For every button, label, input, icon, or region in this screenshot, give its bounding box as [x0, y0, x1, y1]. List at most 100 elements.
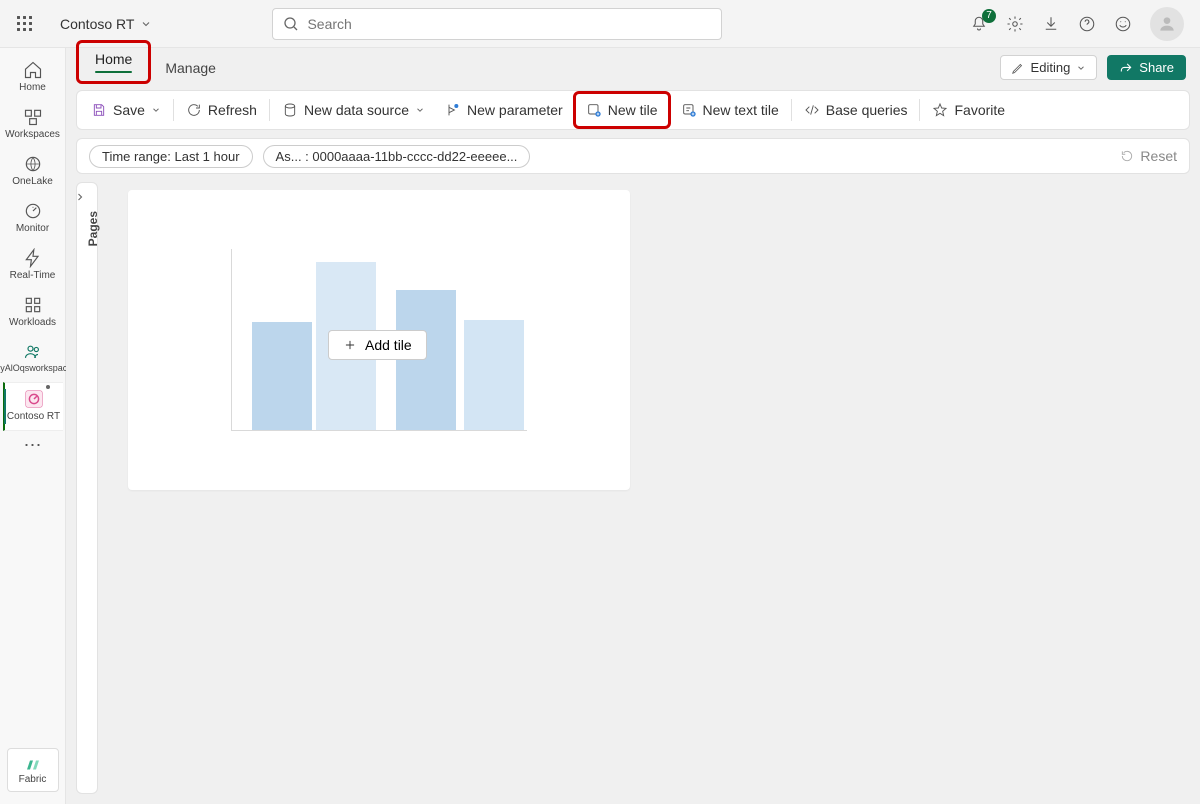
nav-label: Workloads: [9, 317, 56, 328]
chevron-down-icon: [151, 105, 161, 115]
ribbon-toolbar: Save Refresh New data source New paramet…: [76, 90, 1190, 130]
empty-tile-card: Add tile: [128, 190, 630, 490]
new-data-source-button[interactable]: New data source: [272, 94, 435, 126]
tabs-right-actions: Editing Share: [1000, 55, 1200, 84]
notifications-button[interactable]: 7: [970, 15, 988, 33]
filter-bar: Time range: Last 1 hour As... : 0000aaaa…: [76, 138, 1190, 174]
fabric-button[interactable]: Fabric: [7, 748, 59, 792]
chevron-down-icon: [415, 105, 425, 115]
filter-label: Time range: Last 1 hour: [102, 149, 240, 164]
tabs-row: Home Manage Editing Share: [66, 48, 1200, 84]
nav-label: Home: [19, 82, 46, 93]
new-parameter-button[interactable]: New parameter: [435, 94, 573, 126]
feedback-button[interactable]: [1114, 15, 1132, 33]
workspace-name: Contoso RT: [60, 16, 134, 32]
time-range-filter[interactable]: Time range: Last 1 hour: [89, 145, 253, 168]
tab-home[interactable]: Home: [81, 43, 146, 81]
highlight-new-tile: New tile: [573, 91, 671, 129]
toolbar-label: Favorite: [954, 102, 1005, 118]
toolbar-label: New text tile: [703, 102, 779, 118]
nav-more[interactable]: ⋯: [24, 435, 42, 456]
left-nav-rail: Home Workspaces OneLake Monitor Real-Tim…: [0, 48, 66, 804]
search-box[interactable]: [272, 8, 722, 40]
pencil-icon: [1011, 61, 1025, 75]
nav-label: Real-Time: [10, 270, 56, 281]
text-tile-icon: [681, 102, 697, 118]
reset-button[interactable]: Reset: [1120, 148, 1177, 164]
search-input[interactable]: [307, 16, 711, 32]
monitor-icon: [23, 201, 43, 221]
add-tile-button[interactable]: Add tile: [328, 330, 427, 360]
save-icon: [91, 102, 107, 118]
base-queries-button[interactable]: Base queries: [794, 94, 918, 126]
notification-badge: 7: [982, 9, 996, 23]
gear-icon: [1006, 15, 1024, 33]
reset-icon: [1120, 149, 1134, 163]
download-button[interactable]: [1042, 15, 1060, 33]
new-text-tile-button[interactable]: New text tile: [671, 94, 789, 126]
help-button[interactable]: [1078, 15, 1096, 33]
workspace-dropdown[interactable]: Contoso RT: [60, 16, 152, 32]
user-avatar[interactable]: [1150, 7, 1184, 41]
star-icon: [932, 102, 948, 118]
nav-myworkspace[interactable]: myAlOqsworkspace: [3, 336, 63, 382]
favorite-button[interactable]: Favorite: [922, 94, 1015, 126]
as-parameter-filter[interactable]: As... : 0000aaaa-11bb-cccc-dd22-eeeee...: [263, 145, 531, 168]
toolbar-label: Save: [113, 102, 145, 118]
nav-label: Workspaces: [5, 129, 60, 140]
download-icon: [1042, 15, 1060, 33]
realtime-icon: [23, 248, 43, 268]
nav-label: Contoso RT: [7, 411, 60, 422]
people-icon: [23, 342, 43, 362]
new-tile-button[interactable]: New tile: [576, 94, 668, 126]
nav-monitor[interactable]: Monitor: [3, 195, 63, 242]
reset-label: Reset: [1140, 148, 1177, 164]
top-header: Contoso RT 7: [0, 0, 1200, 48]
filter-label: As... : 0000aaaa-11bb-cccc-dd22-eeeee...: [276, 149, 518, 164]
nav-onelake[interactable]: OneLake: [3, 148, 63, 195]
refresh-button[interactable]: Refresh: [176, 94, 267, 126]
editing-label: Editing: [1031, 60, 1071, 75]
tab-label: Home: [95, 51, 132, 67]
tile-icon: [586, 102, 602, 118]
nav-workspaces[interactable]: Workspaces: [3, 101, 63, 148]
share-icon: [1119, 61, 1133, 75]
chevron-down-icon: [1076, 63, 1086, 73]
toolbar-label: Base queries: [826, 102, 908, 118]
fabric-label: Fabric: [19, 774, 47, 785]
fabric-icon: [24, 756, 42, 774]
toolbar-label: New data source: [304, 102, 409, 118]
home-icon: [23, 60, 43, 80]
header-actions: 7: [970, 7, 1192, 41]
highlight-home-tab: Home: [76, 40, 151, 84]
share-button[interactable]: Share: [1107, 55, 1186, 80]
workloads-icon: [23, 295, 43, 315]
toolbar-label: New tile: [608, 102, 658, 118]
bar: [396, 290, 456, 430]
nav-home[interactable]: Home: [3, 54, 63, 101]
search-icon: [283, 16, 299, 32]
pages-panel-collapsed[interactable]: Pages: [76, 182, 98, 794]
nav-realtime[interactable]: Real-Time: [3, 242, 63, 289]
nav-label: OneLake: [12, 176, 53, 187]
bar: [464, 320, 524, 430]
share-label: Share: [1139, 60, 1174, 75]
person-icon: [1157, 14, 1177, 34]
dashboard-canvas[interactable]: Add tile: [108, 182, 1190, 794]
canvas-row: Pages Add tile: [76, 182, 1190, 794]
bar: [252, 322, 312, 430]
workspaces-icon: [23, 107, 43, 127]
settings-button[interactable]: [1006, 15, 1024, 33]
parameter-icon: [445, 102, 461, 118]
tab-manage[interactable]: Manage: [151, 52, 230, 84]
onelake-icon: [23, 154, 43, 174]
save-button[interactable]: Save: [81, 94, 171, 126]
chevron-down-icon: [140, 18, 152, 30]
nav-workloads[interactable]: Workloads: [3, 289, 63, 336]
main-region: Home Manage Editing Share Save: [66, 48, 1200, 804]
nav-label: myAlOqsworkspace: [0, 364, 72, 374]
chevron-right-icon: [74, 191, 86, 203]
editing-mode-button[interactable]: Editing: [1000, 55, 1098, 80]
nav-contoso-rt[interactable]: Contoso RT: [3, 382, 63, 431]
app-launcher-icon[interactable]: [8, 8, 40, 40]
